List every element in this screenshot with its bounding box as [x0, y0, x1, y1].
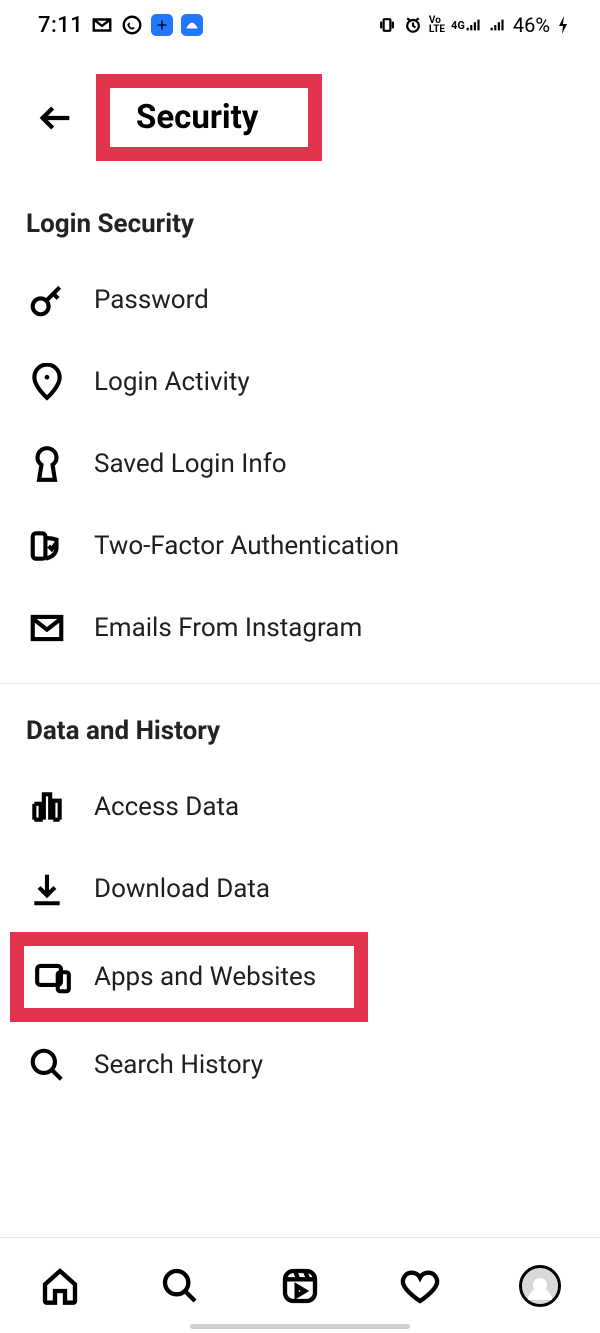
alarm-icon — [403, 15, 423, 35]
shield-check-icon — [26, 525, 68, 567]
row-label: Apps and Websites — [94, 962, 316, 992]
status-bar: 7:11 VoLTE 4G 46% — [0, 0, 600, 48]
signal-4g-icon: 4G — [451, 17, 483, 33]
row-label: Two-Factor Authentication — [94, 531, 399, 561]
row-label: Access Data — [94, 792, 239, 822]
status-right: VoLTE 4G 46% — [377, 13, 570, 37]
data-history-list: Access Data Download Data Apps and Websi… — [0, 766, 600, 1106]
row-label: Password — [94, 285, 209, 315]
gmail-icon — [91, 14, 113, 36]
app-icon-2 — [181, 14, 203, 36]
row-two-factor[interactable]: Two-Factor Authentication — [0, 505, 600, 587]
vibrate-icon — [377, 15, 397, 35]
row-label: Saved Login Info — [94, 449, 287, 479]
row-access-data[interactable]: Access Data — [0, 766, 600, 848]
keyhole-icon — [26, 443, 68, 485]
key-icon — [26, 279, 68, 321]
section-data-history: Data and History — [0, 706, 600, 766]
app-icon-1 — [151, 14, 173, 36]
row-search-history[interactable]: Search History — [0, 1024, 600, 1106]
section-login-security: Login Security — [0, 199, 600, 259]
row-apps-websites[interactable]: Apps and Websites — [24, 946, 354, 1008]
location-pin-icon — [26, 361, 68, 403]
gesture-bar — [190, 1324, 410, 1329]
row-saved-login[interactable]: Saved Login Info — [0, 423, 600, 505]
mail-icon — [26, 607, 68, 649]
avatar-icon — [519, 1265, 561, 1307]
back-button[interactable] — [28, 90, 84, 146]
apps-websites-highlight: Apps and Websites — [10, 932, 368, 1022]
row-label: Emails From Instagram — [94, 613, 362, 643]
status-time: 7:11 — [38, 13, 83, 38]
bottom-nav — [0, 1237, 600, 1333]
row-emails[interactable]: Emails From Instagram — [0, 587, 600, 669]
nav-activity[interactable] — [393, 1259, 447, 1313]
nav-profile[interactable] — [513, 1259, 567, 1313]
title-highlight: Security — [96, 74, 322, 161]
bar-chart-icon — [26, 786, 68, 828]
row-label: Login Activity — [94, 367, 250, 397]
row-label: Search History — [94, 1050, 263, 1080]
nav-search[interactable] — [153, 1259, 207, 1313]
divider — [0, 683, 600, 684]
battery-text: 46% — [513, 13, 550, 37]
status-left: 7:11 — [38, 13, 203, 38]
row-label: Download Data — [94, 874, 270, 904]
row-login-activity[interactable]: Login Activity — [0, 341, 600, 423]
search-icon — [26, 1044, 68, 1086]
charging-icon — [556, 15, 570, 35]
signal-icon — [489, 17, 507, 33]
whatsapp-icon — [121, 14, 143, 36]
nav-reels[interactable] — [273, 1259, 327, 1313]
row-password[interactable]: Password — [0, 259, 600, 341]
row-download-data[interactable]: Download Data — [0, 848, 600, 930]
download-icon — [26, 868, 68, 910]
volte-icon: VoLTE — [429, 16, 445, 34]
nav-home[interactable] — [33, 1259, 87, 1313]
devices-icon — [32, 956, 74, 998]
login-security-list: Password Login Activity Saved Login Info… — [0, 259, 600, 669]
page-title: Security — [136, 98, 258, 137]
header: Security — [0, 48, 600, 199]
